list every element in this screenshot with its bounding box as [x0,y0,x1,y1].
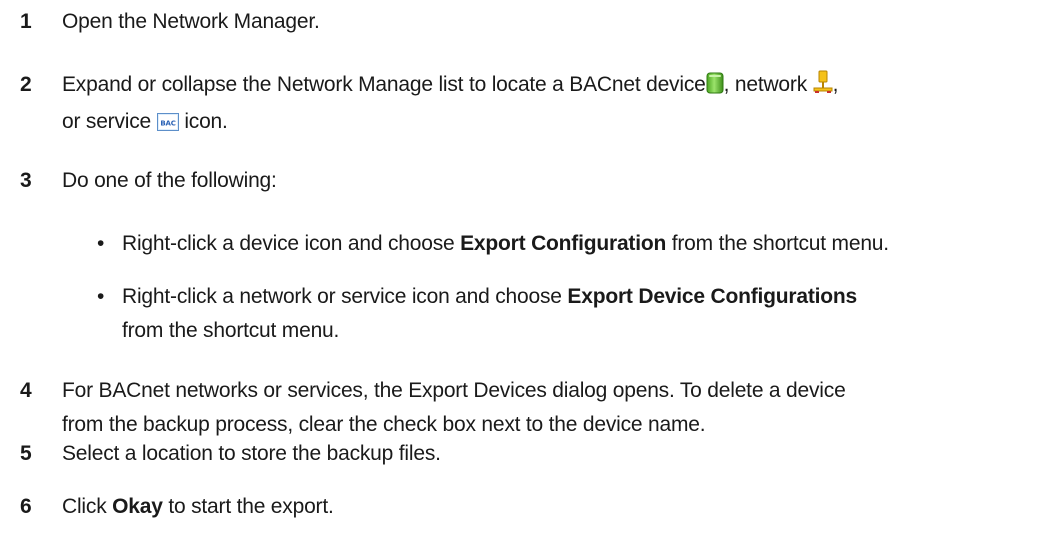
step-number: 3 [20,169,32,192]
step-text: Open the Network Manager. [62,10,320,33]
bullet-text: Right-click a device icon and choose Exp… [122,227,1037,261]
service-icon-label: BAC [160,120,175,128]
step-text: Select a location to store the backup fi… [62,442,441,465]
menu-command: Export Device Configurations [567,285,858,308]
step-number: 4 [20,379,32,402]
step-text: For BACnet networks or services, the Exp… [62,374,1037,442]
step-number: 5 [20,442,32,465]
step-text-part: to start the export. [168,495,334,518]
step-text-part: from the backup process, clear the check… [62,413,706,436]
bullet-text: Right-click a network or service icon an… [122,280,1037,348]
step-number: 2 [20,73,32,96]
step-text-part: , [832,73,839,96]
step-text-part: icon. [184,110,228,133]
bullet-text-part: Right-click a device icon and choose [122,232,455,255]
step-text-part: Click [62,495,107,518]
bullet-text-part: from the shortcut menu. [671,232,889,255]
step-text: Do one of the following: [62,169,277,192]
menu-command: Export Configuration [460,232,667,255]
button-reference-okay: Okay [112,495,163,518]
bullet-text-part: from the shortcut menu. [122,319,340,342]
step-text-part: Expand or collapse the Network Manage li… [62,73,706,96]
procedure-steps: 1 Open the Network Manager. 2 Expand or … [0,0,1044,546]
bullet-dot: • [97,285,105,308]
step-text: Click Okay to start the export. [62,490,1037,524]
step-text: Expand or collapse the Network Manage li… [62,68,1037,142]
bullet-dot: • [97,232,105,255]
bullet-text-part: Right-click a network or service icon an… [122,285,562,308]
step-number: 1 [20,10,32,33]
step-number: 6 [20,495,32,518]
device-icon [706,71,724,105]
network-icon [813,70,833,105]
step-text-part: , network [723,73,808,96]
step-text-part: For BACnet networks or services, the Exp… [62,379,846,402]
service-icon: BAC [156,108,179,142]
step-text-part: or service [62,110,152,133]
